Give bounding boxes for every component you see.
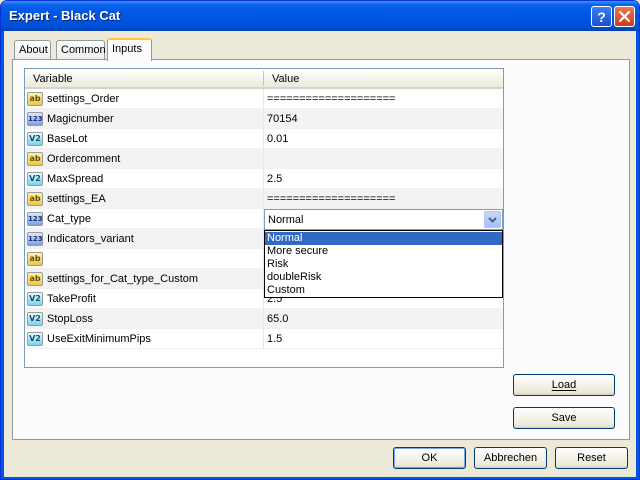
load-button-label: Load [551, 379, 577, 391]
header-variable[interactable]: Variable [33, 73, 73, 85]
variable-name: Indicators_variant [47, 233, 134, 245]
cancel-button[interactable]: Abbrechen [474, 447, 547, 469]
dropdown-option-more-secure[interactable]: More secure [265, 245, 502, 258]
double-type-icon: V2 [27, 312, 43, 326]
double-type-icon: V2 [27, 132, 43, 146]
int-type-icon: 123 [27, 212, 43, 226]
load-button[interactable]: Load [513, 374, 615, 396]
column-divider [263, 129, 264, 149]
column-divider [263, 169, 264, 189]
title-bar[interactable]: Expert - Black Cat ? [1, 1, 639, 31]
help-icon: ? [597, 8, 606, 25]
close-button[interactable] [614, 6, 635, 27]
tab-about-label: About [19, 44, 48, 56]
variable-value[interactable]: 1.5 [267, 333, 282, 345]
string-type-icon: ab [27, 92, 43, 106]
table-row[interactable]: V2 BaseLot 0.01 [25, 129, 503, 149]
ok-button-label: OK [421, 452, 438, 464]
column-divider [263, 329, 264, 349]
cat-type-selected: Normal [268, 214, 304, 226]
ok-button[interactable]: OK [393, 447, 466, 469]
variable-name: TakeProfit [47, 293, 96, 305]
column-divider [263, 309, 264, 329]
table-row[interactable]: 123 Magicnumber 70154 [25, 109, 503, 129]
dropdown-option-doublerisk[interactable]: doubleRisk [265, 271, 502, 284]
reset-button-label: Reset [577, 452, 606, 464]
int-type-icon: 123 [27, 232, 43, 246]
double-type-icon: V2 [27, 172, 43, 186]
column-divider [263, 109, 264, 129]
table-row[interactable]: ab settings_Order ==================== [25, 89, 503, 109]
double-type-icon: V2 [27, 292, 43, 306]
double-type-icon: V2 [27, 332, 43, 346]
string-type-icon: ab [27, 272, 43, 286]
variable-value[interactable]: ==================== [267, 193, 395, 205]
save-button[interactable]: Save [513, 407, 615, 429]
table-row[interactable]: V2 MaxSpread 2.5 [25, 169, 503, 189]
column-divider [263, 149, 264, 169]
variable-name: UseExitMinimumPips [47, 333, 151, 345]
header-divider[interactable] [263, 71, 264, 86]
dropdown-option-normal[interactable]: Normal [265, 232, 502, 245]
string-type-icon: ab [27, 252, 43, 266]
dropdown-option-custom[interactable]: Custom [265, 284, 502, 297]
tab-inputs-label: Inputs [112, 43, 142, 55]
variable-value[interactable]: 70154 [267, 113, 298, 125]
expert-dialog: Expert - Black Cat ? About Common Inputs… [0, 0, 640, 480]
table-row[interactable]: ab Ordercomment [25, 149, 503, 169]
tab-inputs[interactable]: Inputs [107, 38, 152, 61]
variable-name: Cat_type [47, 213, 92, 225]
grid-header: Variable Value [25, 69, 503, 89]
int-type-icon: 123 [27, 112, 43, 126]
variable-name: settings_EA [47, 193, 106, 205]
close-icon [619, 11, 630, 22]
table-row[interactable]: V2 UseExitMinimumPips 1.5 [25, 329, 503, 349]
table-row[interactable]: V2 StopLoss 65.0 [25, 309, 503, 329]
variable-value[interactable]: ==================== [267, 93, 395, 105]
variable-name: BaseLot [47, 133, 88, 145]
dropdown-option-risk[interactable]: Risk [265, 258, 502, 271]
tab-about[interactable]: About [14, 40, 51, 60]
tab-common[interactable]: Common [56, 40, 106, 60]
reset-button[interactable]: Reset [555, 447, 628, 469]
chevron-down-icon [488, 216, 497, 223]
variable-name: StopLoss [47, 313, 93, 325]
cat-type-combobox[interactable]: Normal [264, 209, 503, 230]
variable-name: Ordercomment [47, 153, 121, 165]
variable-value[interactable]: 65.0 [267, 313, 288, 325]
variable-name: settings_Order [47, 93, 120, 105]
variable-value[interactable]: 2.5 [267, 173, 282, 185]
cancel-button-label: Abbrechen [483, 452, 538, 464]
column-divider [263, 89, 264, 109]
string-type-icon: ab [27, 152, 43, 166]
combo-dropdown-button[interactable] [484, 211, 501, 228]
window-title: Expert - Black Cat [9, 8, 121, 23]
tab-common-label: Common [61, 44, 106, 56]
cat-type-dropdown-list: Normal More secure Risk doubleRisk Custo… [264, 230, 503, 298]
header-value[interactable]: Value [272, 73, 299, 85]
save-button-label: Save [551, 412, 577, 424]
window-frame-right [636, 31, 639, 479]
variable-name: MaxSpread [47, 173, 104, 185]
help-button[interactable]: ? [591, 6, 612, 27]
variable-name: Magicnumber [47, 113, 114, 125]
column-divider [263, 189, 264, 209]
variable-name: settings_for_Cat_type_Custom [47, 273, 199, 285]
string-type-icon: ab [27, 192, 43, 206]
variable-value[interactable]: 0.01 [267, 133, 288, 145]
window-frame-left [1, 31, 4, 479]
table-row[interactable]: ab settings_EA ==================== [25, 189, 503, 209]
